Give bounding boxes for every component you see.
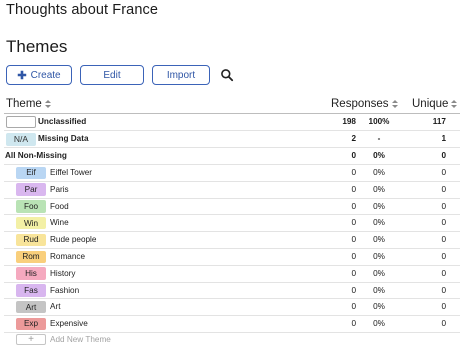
unique-count: 0 <box>441 302 446 312</box>
add-new-theme-row[interactable]: + Add New Theme <box>4 332 460 349</box>
theme-abbrev-tag: Art <box>16 300 46 314</box>
table-row[interactable]: Rom Romance 0 0% 0 <box>4 249 460 266</box>
table-row[interactable]: Foo Food 0 0% 0 <box>4 199 460 216</box>
responses-percent: 0% <box>373 184 385 194</box>
column-header-theme[interactable]: Theme <box>6 98 51 110</box>
responses-percent: 0% <box>373 319 385 329</box>
theme-name: Art <box>50 302 61 312</box>
create-button[interactable]: ✚ Create <box>6 65 72 85</box>
theme-name: Food <box>50 201 69 211</box>
unique-count: 0 <box>441 235 446 245</box>
table-row[interactable]: Par Paris 0 0% 0 <box>4 182 460 199</box>
create-button-label: Create <box>30 69 61 81</box>
responses-count: 0 <box>351 302 356 312</box>
edit-button[interactable]: Edit <box>80 65 144 85</box>
unique-count: 0 <box>441 151 446 160</box>
import-button[interactable]: Import <box>152 65 210 85</box>
theme-name: Missing Data <box>38 134 89 143</box>
responses-count: 0 <box>351 201 356 211</box>
responses-percent: 0% <box>373 201 385 211</box>
responses-count: 0 <box>351 235 356 245</box>
theme-abbrev-tag: Rud <box>16 233 46 247</box>
theme-abbrev-tag: Par <box>16 183 46 196</box>
theme-name: Romance <box>50 252 86 261</box>
responses-count: 0 <box>351 184 356 194</box>
responses-percent: - <box>377 134 381 143</box>
missing-abbrev-tag: N/A <box>6 132 36 146</box>
theme-abbrev-tag: Foo <box>16 200 46 213</box>
theme-name: Wine <box>50 218 69 228</box>
unique-count: 0 <box>441 201 446 211</box>
responses-percent: 0% <box>373 151 385 160</box>
responses-count: 0 <box>351 319 356 329</box>
unique-count: 0 <box>441 252 446 261</box>
theme-name: Eiffel Tower <box>50 168 93 177</box>
unique-count: 0 <box>441 218 446 228</box>
table-row-all-non-missing[interactable]: All Non-Missing 0 0% 0 <box>4 148 460 165</box>
theme-abbrev-tag: Eif <box>16 166 46 179</box>
responses-percent: 0% <box>373 302 385 312</box>
theme-name: Expensive <box>50 319 88 329</box>
search-icon[interactable] <box>220 68 234 82</box>
unique-count: 0 <box>441 268 446 278</box>
unique-count: 0 <box>441 168 446 177</box>
table-row[interactable]: Win Wine 0 0% 0 <box>4 215 460 233</box>
responses-count: 198 <box>342 117 356 126</box>
sort-icon <box>391 99 398 109</box>
responses-count: 0 <box>351 168 356 177</box>
responses-count: 2 <box>351 134 356 143</box>
responses-percent: 100% <box>368 117 390 126</box>
column-header-theme-label: Theme <box>6 98 42 110</box>
column-header-responses-label: Responses <box>331 98 389 110</box>
responses-percent: 0% <box>373 268 385 278</box>
sort-icon <box>44 99 51 109</box>
unique-count: 0 <box>441 184 446 194</box>
table-row-missing-data[interactable]: N/A Missing Data 2 - 1 <box>4 131 460 148</box>
responses-count: 0 <box>351 252 356 261</box>
theme-abbrev-tag: His <box>16 267 46 280</box>
unique-count: 0 <box>441 285 446 295</box>
unique-count: 0 <box>441 319 446 329</box>
unique-count: 117 <box>432 117 446 126</box>
column-header-responses[interactable]: Responses <box>331 98 398 110</box>
responses-count: 0 <box>351 151 356 160</box>
theme-name: Fashion <box>50 285 80 295</box>
responses-percent: 0% <box>373 168 385 177</box>
plus-icon: ✚ <box>17 69 27 82</box>
unclassified-swatch <box>6 116 36 128</box>
add-new-theme-label[interactable]: Add New Theme <box>50 335 111 344</box>
responses-percent: 0% <box>373 218 385 228</box>
responses-count: 0 <box>351 268 356 278</box>
theme-abbrev-tag: Rom <box>16 250 46 263</box>
theme-abbrev-tag: Win <box>16 216 46 230</box>
table-row[interactable]: His History 0 0% 0 <box>4 266 460 283</box>
table-row[interactable]: Eif Eiffel Tower 0 0% 0 <box>4 165 460 182</box>
responses-percent: 0% <box>373 235 385 245</box>
theme-name: History <box>50 268 76 278</box>
responses-count: 0 <box>351 285 356 295</box>
toolbar: ✚ Create Edit Import <box>6 65 234 85</box>
page-title: Themes <box>6 37 68 56</box>
responses-percent: 0% <box>373 252 385 261</box>
theme-name: All Non-Missing <box>5 151 67 160</box>
table-row[interactable]: Fas Fashion 0 0% 0 <box>4 283 460 300</box>
column-header-unique-label: Unique <box>412 98 449 110</box>
table-row[interactable]: Art Art 0 0% 0 <box>4 299 460 317</box>
table-row[interactable]: Exp Expensive 0 0% 0 <box>4 316 460 333</box>
sort-icon <box>451 99 458 109</box>
theme-name: Rude people <box>50 235 97 245</box>
theme-abbrev-tag: Fas <box>16 284 46 297</box>
plus-icon[interactable]: + <box>16 334 46 345</box>
responses-percent: 0% <box>373 285 385 295</box>
theme-name: Paris <box>50 184 69 194</box>
table-row-unclassified[interactable]: Unclassified 198 100% 117 <box>4 114 460 131</box>
theme-abbrev-tag: Exp <box>16 317 46 331</box>
table-row[interactable]: Rud Rude people 0 0% 0 <box>4 232 460 249</box>
unique-count: 1 <box>441 134 446 143</box>
responses-count: 0 <box>351 218 356 228</box>
column-header-unique[interactable]: Unique <box>412 98 458 110</box>
app-title: Thoughts about France <box>6 2 159 18</box>
theme-name: Unclassified <box>38 117 87 126</box>
